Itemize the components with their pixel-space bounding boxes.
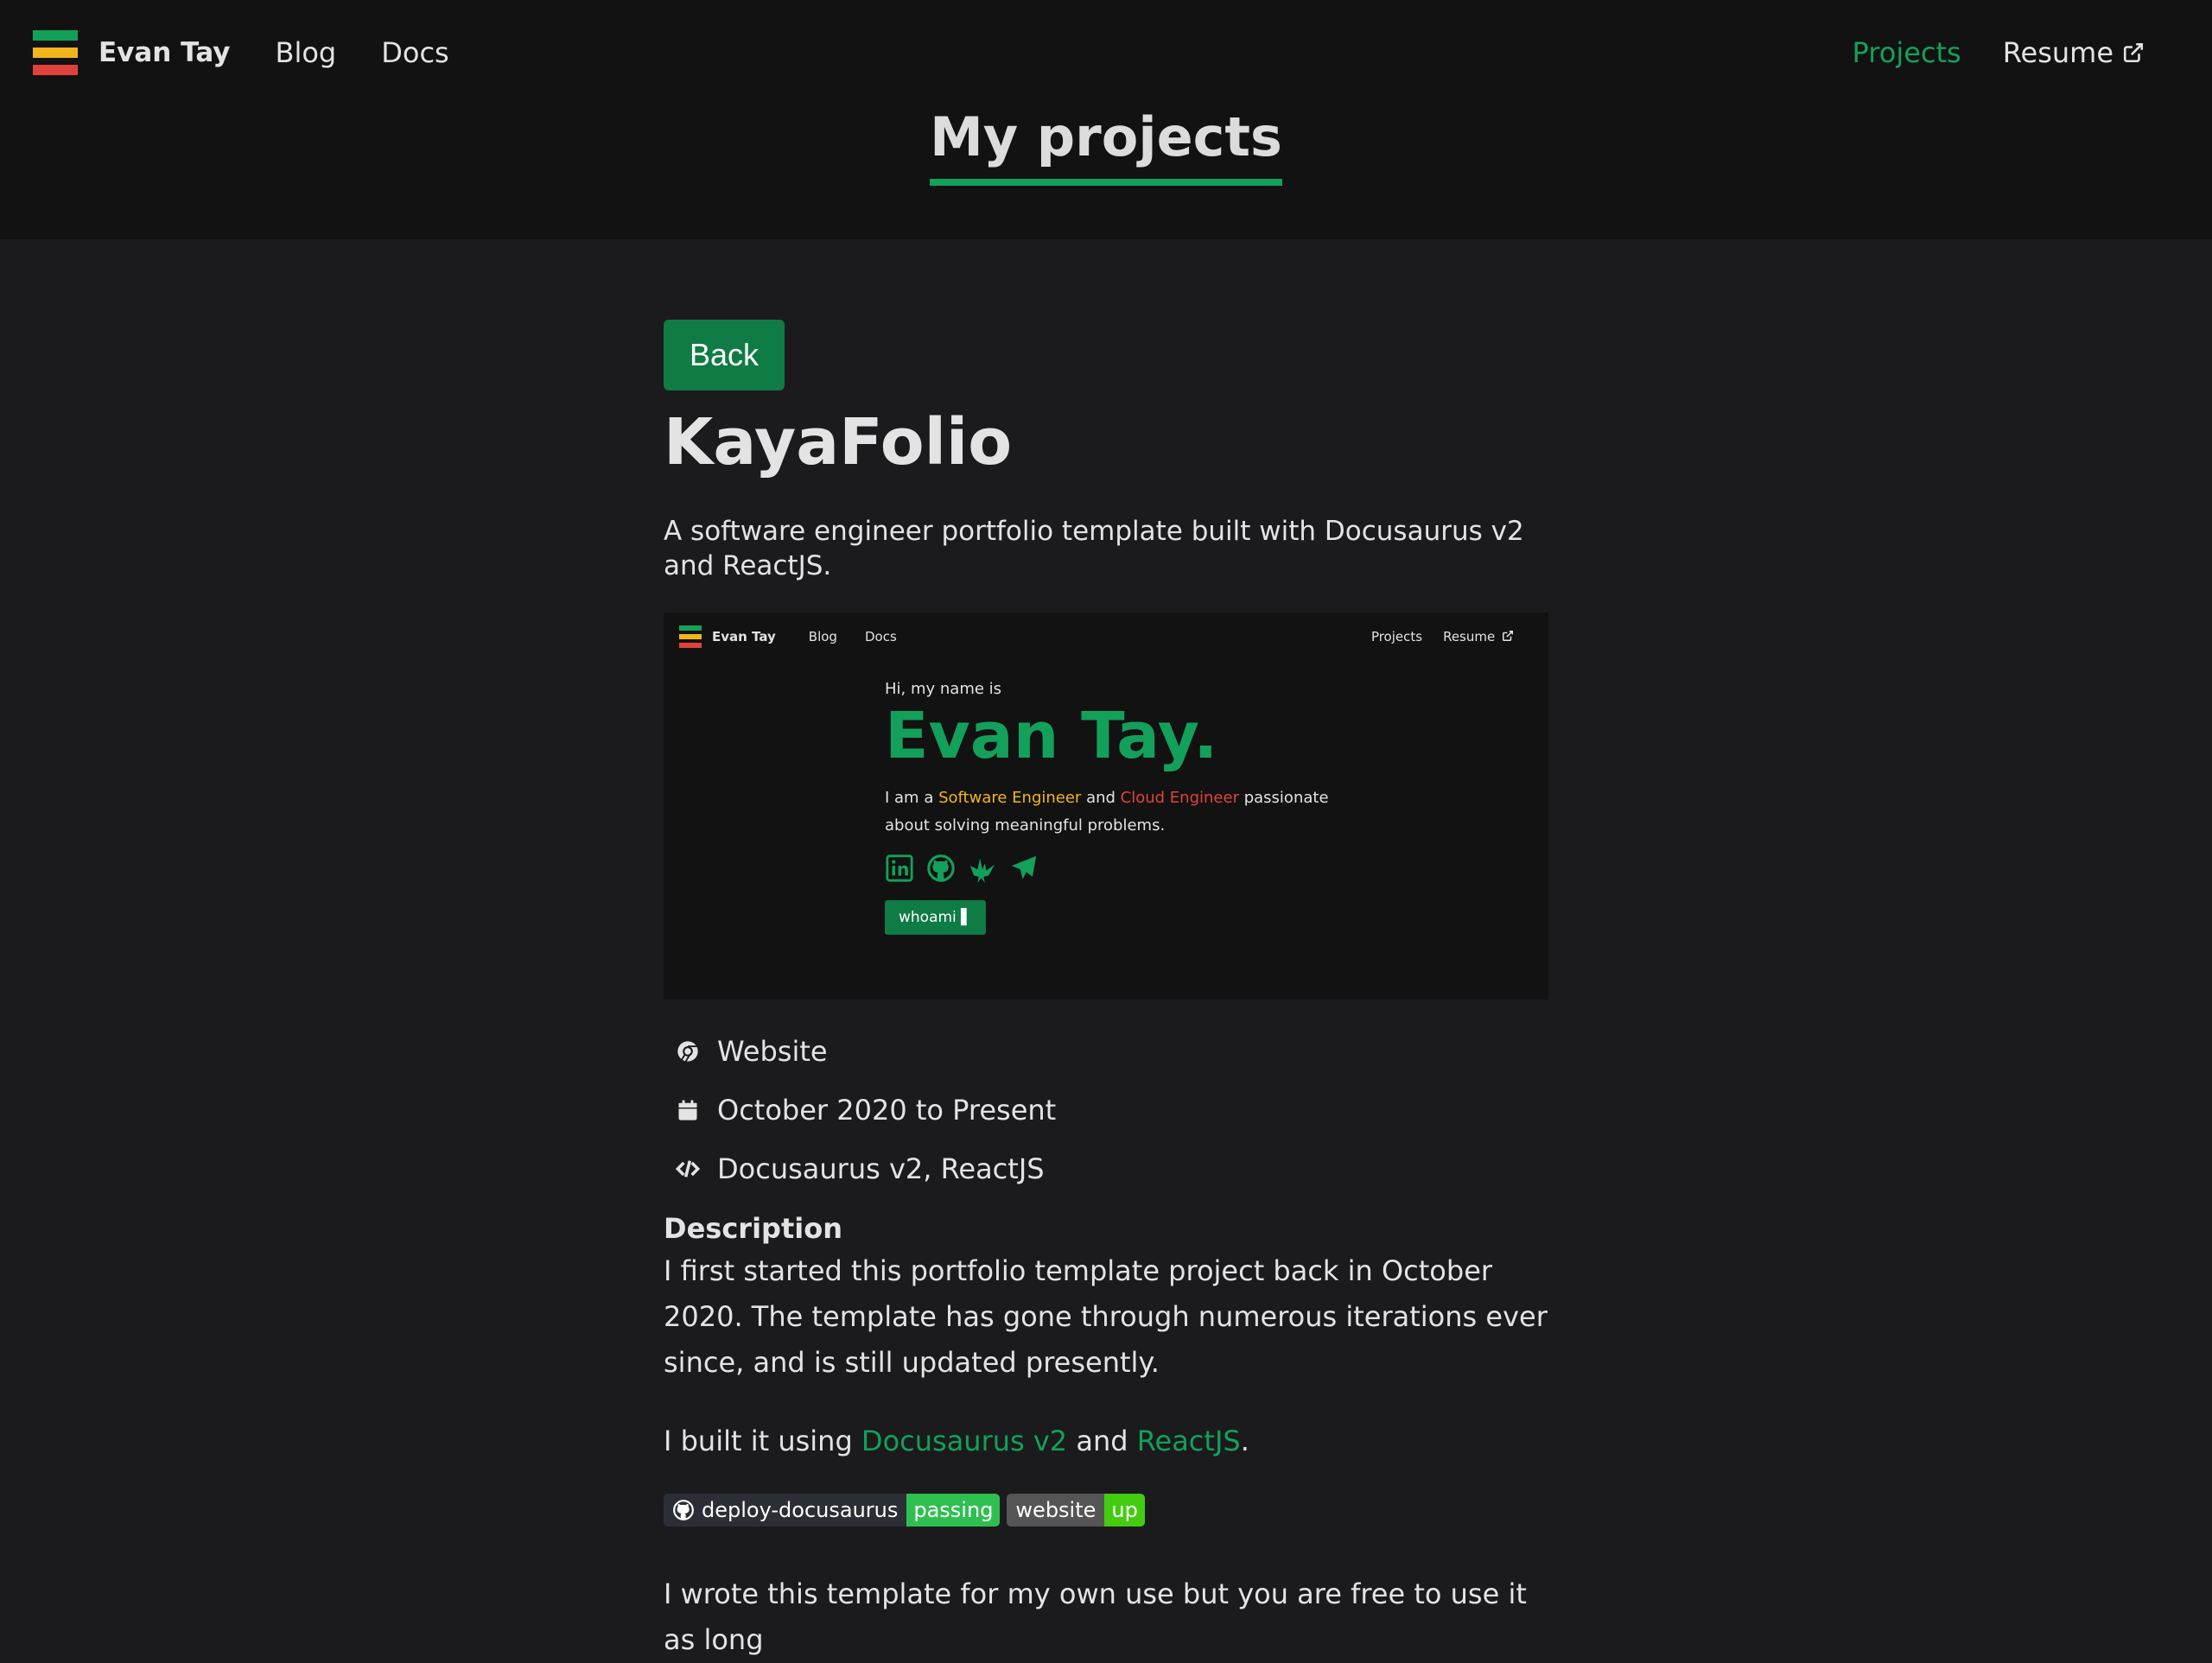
meta-type-label: Website	[717, 1035, 828, 1069]
deploy-badge-label: deploy-docusaurus	[664, 1494, 907, 1527]
preview-nav-resume-label: Resume	[1443, 629, 1496, 645]
website-badge[interactable]: website up	[1007, 1494, 1145, 1527]
preview-intro-prefix: I am a	[885, 788, 934, 807]
github-icon	[927, 854, 955, 882]
preview-navbar: Evan Tay Blog Docs Projects Resume	[679, 625, 1514, 649]
nav-link-projects[interactable]: Projects	[1853, 36, 1961, 69]
preview-intro-and: and	[1086, 788, 1116, 807]
github-icon	[673, 1500, 694, 1521]
meta-tech: Docusaurus v2, ReactJS	[664, 1139, 1548, 1198]
deploy-badge-status: passing	[906, 1494, 1001, 1527]
description-paragraph-2: I built it using Docusaurus v2 and React…	[664, 1419, 1548, 1464]
paper-plane-icon	[1011, 855, 1037, 879]
preview-role-software: Software Engineer	[938, 788, 1082, 807]
back-button[interactable]: Back	[664, 320, 785, 390]
preview-social-icons	[885, 854, 1334, 883]
preview-brand: Evan Tay	[712, 629, 776, 645]
nav-link-docs[interactable]: Docs	[381, 36, 448, 69]
code-icon	[676, 1160, 700, 1178]
page-title: My projects	[930, 105, 1282, 186]
origami-crane-icon	[969, 858, 995, 883]
project-subtitle: A software engineer portfolio template b…	[664, 515, 1524, 582]
meta-dates-label: October 2020 to Present	[717, 1094, 1057, 1127]
linkedin-icon	[886, 854, 913, 882]
website-badge-label: website	[1007, 1494, 1105, 1527]
page-header: My projects	[0, 105, 2212, 239]
preview-greeting: Hi, my name is	[885, 680, 1002, 699]
reactjs-link[interactable]: ReactJS	[1137, 1425, 1241, 1457]
meta-dates: October 2020 to Present	[664, 1081, 1548, 1139]
calendar-icon	[678, 1100, 697, 1121]
nav-link-resume[interactable]: Resume	[2003, 36, 2145, 69]
logo-icon	[33, 30, 78, 75]
meta-type: Website	[664, 1022, 1548, 1081]
docusaurus-link[interactable]: Docusaurus v2	[861, 1425, 1067, 1457]
description-paragraph-3: I wrote this template for my own use but…	[664, 1577, 1527, 1657]
preview-role-cloud: Cloud Engineer	[1120, 788, 1239, 807]
preview-whoami-button: whoami ▌	[885, 899, 987, 935]
navbar: Evan Tay Blog Docs Projects Resume	[0, 0, 2212, 105]
description-paragraph-1: I first started this portfolio template …	[664, 1254, 1548, 1380]
meta-tech-label: Docusaurus v2, ReactJS	[717, 1152, 1045, 1186]
status-badges: deploy-docusaurus passing website up	[664, 1494, 1548, 1527]
preview-nav-resume: Resume	[1443, 629, 1514, 644]
project-detail: Back KayaFolio A software engineer portf…	[664, 320, 1548, 1663]
preview-nav-blog: Blog	[808, 629, 837, 645]
nav-link-resume-label: Resume	[2002, 36, 2113, 69]
brand-name: Evan Tay	[99, 37, 231, 68]
nav-link-blog[interactable]: Blog	[276, 36, 337, 69]
preview-logo-icon	[679, 625, 702, 649]
chrome-icon	[677, 1041, 698, 1063]
preview-name: Evan Tay.	[885, 699, 1218, 774]
preview-nav-projects: Projects	[1370, 629, 1423, 645]
preview-hero: Hi, my name is Evan Tay. I am a Software…	[885, 680, 1334, 935]
project-title: KayaFolio	[664, 405, 1013, 479]
paragraph-2-period: .	[1240, 1425, 1249, 1458]
preview-external-link-icon	[1502, 631, 1514, 642]
deploy-badge[interactable]: deploy-docusaurus passing	[664, 1494, 1001, 1527]
website-badge-status: up	[1104, 1494, 1145, 1527]
preview-intro: I am a Software Engineer and Cloud Engin…	[885, 784, 1334, 840]
paragraph-2-and: and	[1076, 1425, 1128, 1458]
brand-link[interactable]: Evan Tay	[33, 30, 231, 75]
deploy-badge-text: deploy-docusaurus	[702, 1498, 899, 1523]
project-meta: Website October 2020 to Present Docusaur…	[664, 1022, 1548, 1198]
preview-nav-docs: Docs	[864, 629, 897, 645]
paragraph-2-prefix: I built it using	[664, 1425, 853, 1458]
external-link-icon	[2123, 42, 2144, 63]
project-preview-image: Evan Tay Blog Docs Projects Resume Hi, m…	[664, 613, 1548, 1000]
description-heading: Description	[664, 1212, 842, 1246]
